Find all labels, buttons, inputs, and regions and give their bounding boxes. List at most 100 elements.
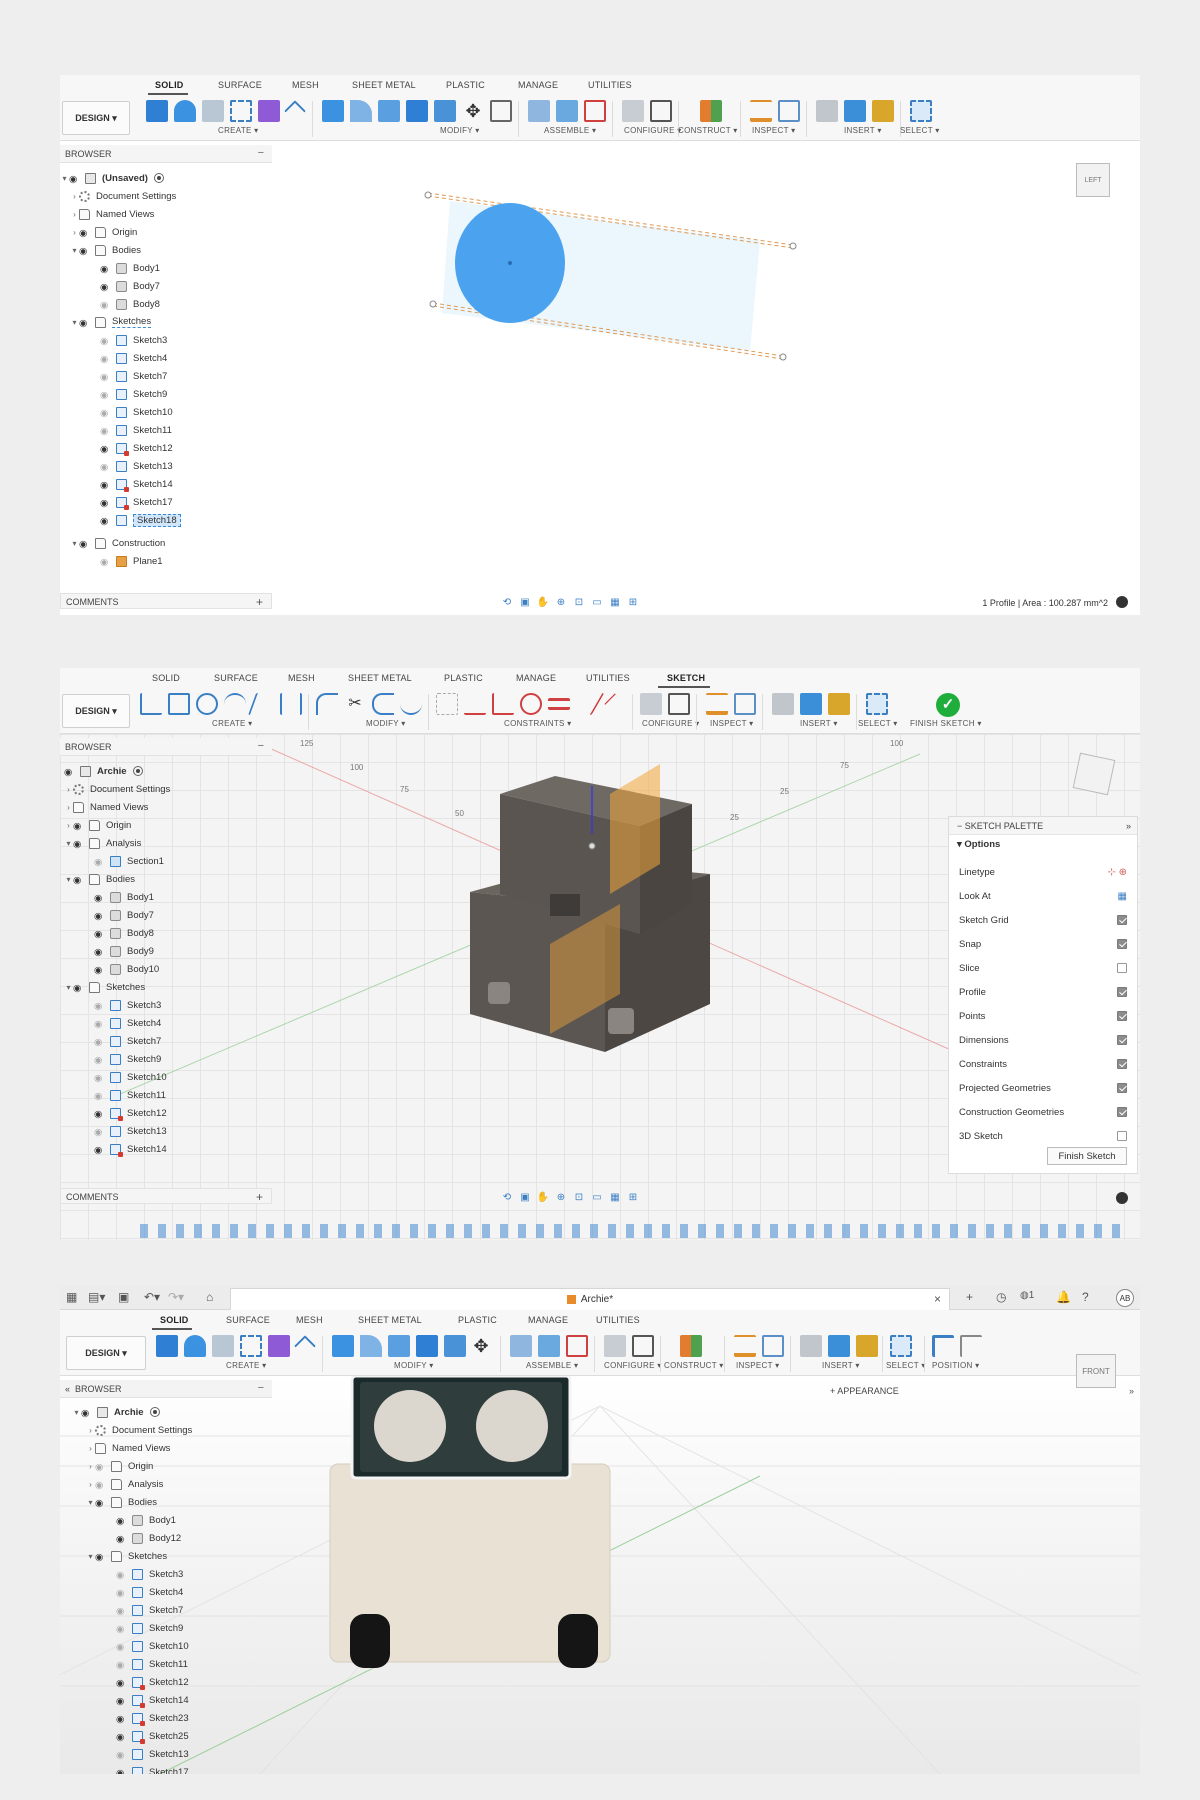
tree-root[interactable]: ▾ ◉ Archie — [72, 1404, 160, 1420]
interference-icon[interactable] — [762, 1335, 784, 1357]
tree-sketch[interactable]: ◉ Sketch14 — [100, 476, 173, 492]
tree-sketch[interactable]: ◉ Sketch13 — [94, 1123, 167, 1139]
eye-icon[interactable]: ◉ — [69, 174, 81, 185]
table-icon[interactable] — [650, 100, 672, 122]
tree-sketch[interactable]: ◉ Sketch12 — [116, 1674, 189, 1690]
coincident-icon[interactable] — [436, 693, 458, 715]
tab-surface[interactable]: SURFACE — [214, 673, 258, 683]
configure-menu[interactable]: CONFIGURE ▾ — [642, 719, 700, 728]
tree-sketch[interactable]: ◉ Sketch10 — [100, 404, 173, 420]
eye-icon[interactable]: ◉ — [116, 1588, 128, 1599]
appearance-panel[interactable]: + APPEARANCE — [830, 1386, 899, 1396]
eye-icon[interactable]: ◉ — [94, 1145, 106, 1156]
palette-option-row[interactable]: 3D Sketch — [959, 1125, 1127, 1147]
eye-icon[interactable]: ◉ — [116, 1624, 128, 1635]
eye-icon[interactable]: ◉ — [116, 1642, 128, 1653]
eye-icon[interactable]: ◉ — [100, 516, 112, 527]
tree-sketches[interactable]: ▾ ◉ Sketches — [64, 979, 145, 995]
tree-sketch[interactable]: ◉ Sketch3 — [94, 997, 161, 1013]
eye-icon[interactable]: ◉ — [116, 1678, 128, 1689]
palette-option-row[interactable]: Slice — [959, 957, 1127, 979]
form-icon[interactable] — [268, 1335, 290, 1357]
eye-icon[interactable]: ◉ — [94, 1091, 106, 1102]
tree-sketch[interactable]: ◉ Sketch13 — [100, 458, 173, 474]
tab-solid[interactable]: SOLID — [155, 80, 184, 90]
measure-icon[interactable] — [706, 693, 728, 715]
tree-analysis[interactable]: ▾ ◉ Analysis — [64, 835, 141, 851]
interference-icon[interactable] — [734, 693, 756, 715]
select-menu[interactable]: SELECT ▾ — [858, 719, 898, 728]
tree-named-views[interactable]: › Named Views — [86, 1440, 170, 1456]
eye-icon[interactable]: ◉ — [100, 336, 112, 347]
tree-root[interactable]: ◉ Archie — [64, 763, 143, 779]
configure-menu[interactable]: CONFIGURE ▾ — [624, 126, 682, 135]
tab-plastic[interactable]: PLASTIC — [446, 80, 485, 90]
orbit-icon[interactable]: ⟲ — [500, 597, 514, 608]
viewports-icon[interactable]: ⊞ — [626, 597, 640, 608]
create-menu[interactable]: CREATE ▾ — [218, 126, 259, 135]
viewcube[interactable]: LEFT — [1068, 153, 1118, 203]
finish-sketch-menu[interactable]: FINISH SKETCH ▾ — [910, 719, 982, 728]
chamfer-icon[interactable] — [378, 100, 400, 122]
linetype-icon[interactable]: ⊹ ⊕ — [1107, 867, 1127, 878]
trim-icon[interactable]: ✂ — [344, 693, 366, 715]
new-component-icon[interactable] — [556, 100, 578, 122]
equal-icon[interactable] — [548, 698, 570, 710]
offset-icon[interactable] — [372, 693, 394, 715]
eye-icon[interactable]: ◉ — [100, 354, 112, 365]
tree-body[interactable]: ◉ Body1 — [94, 889, 154, 905]
insert-image-icon[interactable] — [800, 693, 822, 715]
tree-origin[interactable]: › ◉ Origin — [86, 1458, 153, 1474]
tab-manage[interactable]: MANAGE — [528, 1315, 568, 1325]
inspect-menu[interactable]: INSPECT ▾ — [752, 126, 795, 135]
checkbox[interactable] — [1117, 915, 1127, 925]
fillet-sketch-icon[interactable] — [316, 693, 338, 715]
close-tab-icon[interactable]: × — [934, 1292, 941, 1306]
extrude-icon[interactable] — [156, 1335, 178, 1357]
tree-construction[interactable]: ▾ ◉ Construction — [70, 535, 165, 551]
finish-sketch-check-icon[interactable]: ✓ — [936, 693, 960, 717]
canvas[interactable]: 125 100 75 50 25 25 75 100 − SKETCH PALE… — [60, 734, 1140, 1240]
tree-sketch[interactable]: ◉ Sketch4 — [94, 1015, 161, 1031]
tree-sketch[interactable]: ◉ Sketch4 — [116, 1584, 183, 1600]
tree-body[interactable]: ◉ Body12 — [116, 1530, 181, 1546]
expand-icon[interactable]: » — [1129, 1386, 1134, 1396]
tree-sketch[interactable]: ◉ Sketch17 — [100, 494, 173, 510]
tab-mesh[interactable]: MESH — [296, 1315, 323, 1325]
viewcube[interactable]: FRONT — [1072, 1340, 1122, 1390]
eye-icon[interactable]: ◉ — [116, 1768, 128, 1775]
table-icon[interactable] — [668, 693, 690, 715]
notifications-icon[interactable]: ◍1 — [1020, 1290, 1034, 1301]
tree-document-settings[interactable]: › Document Settings — [70, 188, 176, 204]
eye-icon[interactable]: ◉ — [116, 1696, 128, 1707]
canvas[interactable]: LEFT — [60, 141, 1140, 615]
checkbox[interactable] — [1117, 1011, 1127, 1021]
tree-body[interactable]: ◉ Body1 — [116, 1512, 176, 1528]
tab-utilities[interactable]: UTILITIES — [586, 673, 630, 683]
position-menu[interactable]: POSITION ▾ — [932, 1361, 979, 1370]
fillet-icon[interactable] — [350, 100, 372, 122]
eye-icon[interactable]: ◉ — [94, 965, 106, 976]
add-comment-icon[interactable]: + — [256, 1190, 263, 1204]
eye-icon[interactable]: ◉ — [116, 1606, 128, 1617]
perpendicular-icon[interactable] — [492, 693, 514, 715]
eye-icon[interactable]: ◉ — [100, 498, 112, 509]
new-component-icon[interactable] — [538, 1335, 560, 1357]
press-pull-icon[interactable] — [322, 100, 344, 122]
tree-document-settings[interactable]: › Document Settings — [86, 1422, 192, 1438]
insert-derive-icon[interactable] — [772, 693, 794, 715]
tab-utilities[interactable]: UTILITIES — [588, 80, 632, 90]
align-icon[interactable] — [490, 100, 512, 122]
palette-option-row[interactable]: Dimensions — [959, 1029, 1127, 1051]
insert-menu[interactable]: INSERT ▾ — [800, 719, 838, 728]
file-menu-icon[interactable]: ▤▾ — [88, 1290, 105, 1304]
inspect-menu[interactable]: INSPECT ▾ — [710, 719, 753, 728]
select-menu[interactable]: SELECT ▾ — [900, 126, 940, 135]
parameters-icon[interactable] — [604, 1335, 626, 1357]
eye-icon[interactable]: ◉ — [116, 1534, 128, 1545]
polygon-icon[interactable] — [247, 693, 279, 715]
constraints-menu[interactable]: CONSTRAINTS ▾ — [504, 719, 571, 728]
create-menu[interactable]: CREATE ▾ — [226, 1361, 267, 1370]
collapse-icon[interactable]: − — [258, 1382, 264, 1394]
help-icon[interactable] — [1116, 596, 1128, 608]
